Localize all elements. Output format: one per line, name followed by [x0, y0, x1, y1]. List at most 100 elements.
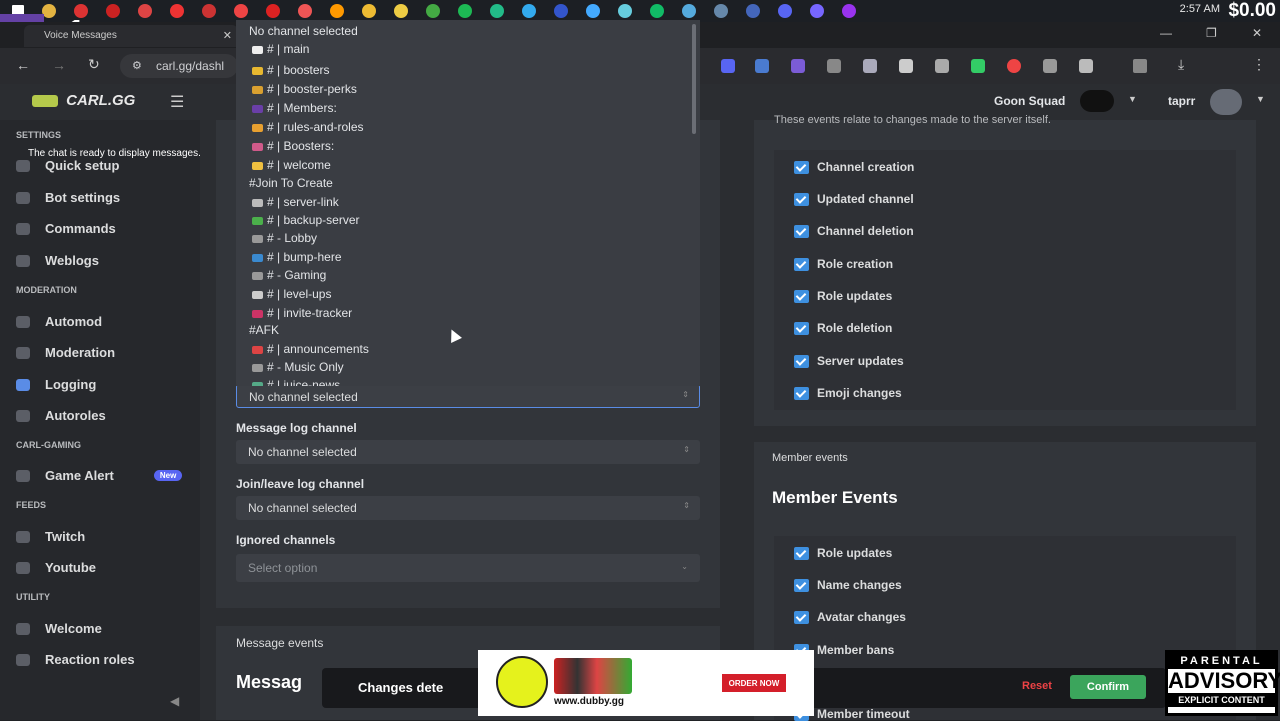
extension-icon[interactable]	[755, 59, 769, 73]
app-icon[interactable]	[842, 4, 856, 18]
steam-icon[interactable]	[714, 4, 728, 18]
app-icon[interactable]	[490, 4, 504, 18]
hamburger-icon[interactable]: ☰	[170, 92, 184, 112]
checkbox-updated-channel[interactable]: Updated channel	[794, 192, 914, 206]
extension-icon[interactable]	[1043, 59, 1057, 73]
sidepanel-icon[interactable]	[1133, 59, 1147, 73]
sidebar-item-quick-setup[interactable]: Quick setup	[16, 158, 119, 173]
extension-icon[interactable]	[791, 59, 805, 73]
join-leave-select[interactable]: No channel selected ⇕	[236, 496, 700, 520]
checkbox-channel-creation[interactable]: Channel creation	[794, 160, 914, 174]
dropdown-option[interactable]: # | Boosters:	[249, 139, 334, 153]
checkbox-role-creation[interactable]: Role creation	[794, 257, 893, 271]
app-icon[interactable]	[330, 4, 344, 18]
ignored-channels-select[interactable]: Select option ⌄	[236, 554, 700, 582]
extension-icon[interactable]	[935, 59, 949, 73]
sponsor-ad[interactable]: www.dubby.gg ORDER NOW	[478, 650, 814, 716]
app-icon[interactable]	[234, 4, 248, 18]
sidebar-item-twitch[interactable]: Twitch	[16, 529, 85, 544]
dropdown-option[interactable]: # | juice-news	[249, 378, 340, 386]
checkbox-avatar-changes[interactable]: Avatar changes	[794, 610, 906, 624]
checkbox-role-deletion[interactable]: Role deletion	[794, 321, 892, 335]
menu-dots-icon[interactable]: ⋮	[1252, 56, 1266, 73]
checkbox-checked[interactable]	[794, 578, 809, 592]
carl-logo[interactable]: CARL.GG	[32, 92, 135, 109]
checkbox-checked[interactable]	[794, 289, 809, 303]
dropdown-option[interactable]: # | level-ups	[249, 287, 331, 301]
dropdown-option[interactable]: # | boosters	[249, 63, 329, 77]
app-icon[interactable]	[682, 4, 696, 18]
app-icon[interactable]	[426, 4, 440, 18]
window-close-icon[interactable]: ✕	[1252, 26, 1262, 40]
checkbox-checked[interactable]	[794, 321, 809, 335]
maximize-icon[interactable]: ❐	[1206, 26, 1217, 40]
dropdown-option[interactable]: # | rules-and-roles	[249, 120, 364, 134]
server-avatar[interactable]	[1080, 90, 1114, 112]
extension-icon[interactable]	[827, 59, 841, 73]
close-icon[interactable]: ✕	[223, 29, 232, 42]
dropdown-option[interactable]: # | server-link	[249, 195, 339, 209]
chrome-icon[interactable]	[42, 4, 56, 18]
app-icon[interactable]	[394, 4, 408, 18]
checkbox-name-changes[interactable]: Name changes	[794, 578, 902, 592]
minimize-icon[interactable]: —	[1160, 26, 1172, 40]
edge-icon[interactable]	[522, 4, 536, 18]
app-icon[interactable]	[106, 4, 120, 18]
order-now-button[interactable]: ORDER NOW	[722, 674, 786, 692]
sidebar-item-autoroles[interactable]: Autoroles	[16, 408, 106, 423]
app-icon[interactable]	[650, 4, 664, 18]
dropdown-option[interactable]: #Join To Create	[249, 176, 333, 190]
dropdown-option[interactable]: No channel selected	[249, 24, 358, 38]
sidebar-item-youtube[interactable]: Youtube	[16, 560, 96, 575]
dropdown-scrollbar[interactable]	[692, 24, 696, 134]
sidebar-item-automod[interactable]: Automod	[16, 314, 102, 329]
app-icon[interactable]	[554, 4, 568, 18]
app-icon[interactable]	[586, 4, 600, 18]
checkbox-checked[interactable]	[794, 386, 809, 400]
channel-select-open[interactable]: No channel selected ⇕	[236, 384, 700, 408]
dropdown-option[interactable]: # - Music Only	[249, 360, 344, 374]
checkbox-emoji-changes[interactable]: Emoji changes	[794, 386, 902, 400]
sidebar-item-welcome[interactable]: Welcome	[16, 621, 102, 636]
app-icon[interactable]	[202, 4, 216, 18]
checkbox-checked[interactable]	[794, 160, 809, 174]
checkbox-checked[interactable]	[794, 354, 809, 368]
sidebar-item-moderation[interactable]: Moderation	[16, 345, 115, 360]
app-icon[interactable]	[810, 4, 824, 18]
confirm-button[interactable]: Confirm	[1070, 675, 1146, 699]
dropdown-option[interactable]: # | booster-perks	[249, 82, 357, 96]
chevron-down-icon[interactable]: ▼	[1256, 94, 1265, 104]
sidebar-item-reaction-roles[interactable]: Reaction roles	[16, 652, 135, 667]
extensions-puzzle-icon[interactable]	[1079, 59, 1093, 73]
site-info-icon[interactable]: ⚙	[132, 59, 142, 72]
reload-icon[interactable]: ↻	[88, 56, 100, 73]
forward-icon[interactable]: →	[52, 57, 66, 73]
back-icon[interactable]: ←	[16, 57, 30, 73]
checkbox-server-updates[interactable]: Server updates	[794, 354, 904, 368]
browser-tab[interactable]: Voice Messages ✕	[24, 25, 238, 47]
checkbox-checked[interactable]	[794, 224, 809, 238]
checkbox-checked[interactable]	[794, 192, 809, 206]
app-icon[interactable]	[138, 4, 152, 18]
sidebar-item-logging[interactable]: Logging	[16, 377, 96, 392]
app-icon[interactable]	[298, 4, 312, 18]
extension-icon[interactable]	[721, 59, 735, 73]
sidebar-item-bot-settings[interactable]: Bot settings	[16, 190, 120, 205]
server-name[interactable]: Goon Squad	[994, 94, 1065, 108]
sidebar-item-game-alert[interactable]: Game Alert New	[16, 468, 183, 483]
extension-icon[interactable]	[899, 59, 913, 73]
dropdown-option[interactable]: # | welcome	[249, 158, 331, 172]
dropdown-option[interactable]: # | bump-here	[249, 250, 342, 264]
user-avatar[interactable]	[1210, 89, 1242, 115]
checkbox-checked[interactable]	[794, 546, 809, 560]
extension-icon[interactable]	[1007, 59, 1021, 73]
checkbox-channel-deletion[interactable]: Channel deletion	[794, 224, 914, 238]
app-icon[interactable]	[266, 4, 280, 18]
message-log-select[interactable]: No channel selected ⇕	[236, 440, 700, 464]
download-icon[interactable]: ⤓	[1178, 56, 1184, 73]
sidebar-item-weblogs[interactable]: Weblogs	[16, 253, 99, 268]
dropdown-option[interactable]: # | invite-tracker	[249, 306, 352, 320]
extension-icon[interactable]	[971, 59, 985, 73]
chevron-down-icon[interactable]: ▼	[1128, 94, 1137, 104]
extension-icon[interactable]	[863, 59, 877, 73]
